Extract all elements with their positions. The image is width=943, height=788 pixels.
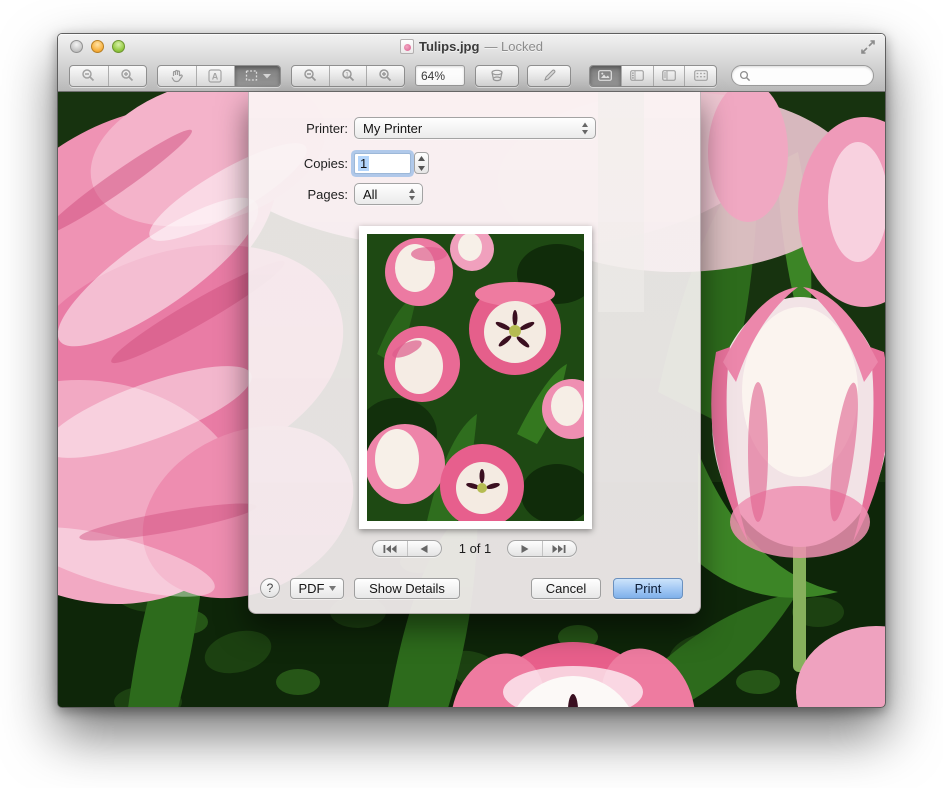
cancel-label: Cancel <box>546 581 586 596</box>
view-thumbnails-button[interactable] <box>621 66 653 86</box>
pdf-menu-button[interactable]: PDF <box>290 578 344 599</box>
popup-arrows-icon <box>408 188 416 201</box>
loupe-icon <box>489 69 505 83</box>
pages-label: Pages: <box>249 187 354 202</box>
window-chrome: Tulips.jpg — Locked <box>58 34 885 92</box>
next-page-button[interactable] <box>508 541 542 556</box>
window-title: Tulips.jpg — Locked <box>400 39 543 54</box>
markup-button[interactable] <box>527 65 571 87</box>
close-button[interactable] <box>70 40 83 53</box>
previous-page-icon <box>420 545 428 553</box>
print-button[interactable]: Print <box>613 578 683 599</box>
move-tool-button[interactable] <box>158 66 196 86</box>
page-navigation: 1 of 1 <box>249 540 700 558</box>
sidebar-list-icon <box>662 70 676 81</box>
search-field[interactable] <box>731 65 874 86</box>
text-tool-button[interactable]: A <box>196 66 235 86</box>
help-label: ? <box>267 581 274 595</box>
print-dialog: Printer: My Printer Copies: 1 <box>248 92 701 614</box>
zoom-tools-group <box>69 65 147 87</box>
copies-value: 1 <box>358 156 369 171</box>
dialog-buttons: ? PDF Show Details Cancel Print <box>249 578 700 600</box>
copies-stepper[interactable] <box>414 152 429 174</box>
zoom-window-button[interactable] <box>112 40 125 53</box>
previous-page-button[interactable] <box>407 541 442 556</box>
pager-back-group <box>372 540 442 557</box>
page-indicator: 1 of 1 <box>443 541 507 556</box>
cancel-button[interactable]: Cancel <box>531 578 601 599</box>
preview-window: Tulips.jpg — Locked <box>57 33 886 708</box>
chevron-down-icon <box>263 73 271 79</box>
document-canvas[interactable]: Printer: My Printer Copies: 1 <box>58 92 885 707</box>
last-page-button[interactable] <box>542 541 577 556</box>
zoom-out-icon <box>81 68 96 83</box>
stepper-up-icon <box>418 154 425 163</box>
pdf-label: PDF <box>299 581 325 596</box>
lock-status: — Locked <box>484 39 543 54</box>
print-preview-image <box>367 234 584 521</box>
titlebar[interactable]: Tulips.jpg — Locked <box>58 34 885 59</box>
scale-group: 1 <box>291 65 405 87</box>
document-icon <box>400 39 414 54</box>
svg-text:A: A <box>212 71 219 81</box>
pager-forward-group <box>507 540 577 557</box>
grid-icon <box>694 70 708 81</box>
enlarge-icon <box>378 68 393 83</box>
loupe-button[interactable] <box>475 65 519 87</box>
zoom-in-icon <box>120 68 135 83</box>
show-details-button[interactable]: Show Details <box>354 578 460 599</box>
text-tool-icon: A <box>208 69 222 83</box>
select-tool-button[interactable] <box>234 66 280 86</box>
document-name: Tulips.jpg <box>419 39 479 54</box>
zoom-in-button[interactable] <box>108 66 147 86</box>
zoom-out-button[interactable] <box>70 66 108 86</box>
toolbar: A <box>58 59 885 92</box>
first-page-button[interactable] <box>373 541 407 556</box>
printer-popup[interactable]: My Printer <box>354 117 596 139</box>
search-input[interactable] <box>755 69 866 83</box>
svg-text:1: 1 <box>345 72 349 79</box>
copies-label: Copies: <box>249 156 354 171</box>
view-mode-group <box>589 65 717 87</box>
printer-popup-value: My Printer <box>363 121 422 136</box>
selection-rect-icon <box>245 69 260 82</box>
print-preview-page <box>359 226 592 529</box>
actual-size-button[interactable]: 1 <box>329 66 367 86</box>
first-page-icon <box>383 545 397 553</box>
pencil-icon <box>542 68 557 83</box>
view-toc-button[interactable] <box>653 66 685 86</box>
view-contact-sheet-button[interactable] <box>684 66 716 86</box>
mode-tools-group: A <box>157 65 281 87</box>
printer-label: Printer: <box>249 121 354 136</box>
actual-size-icon: 1 <box>341 68 356 83</box>
shrink-button[interactable] <box>292 66 329 86</box>
hand-tool-icon <box>169 68 184 83</box>
pages-popup-value: All <box>363 187 377 202</box>
copies-input[interactable]: 1 <box>354 153 411 174</box>
minimize-button[interactable] <box>91 40 104 53</box>
enlarge-button[interactable] <box>366 66 404 86</box>
pdf-caret-icon <box>329 586 336 591</box>
last-page-icon <box>552 545 566 553</box>
search-icon <box>739 70 751 82</box>
stepper-down-icon <box>418 164 425 173</box>
pages-popup[interactable]: All <box>354 183 423 205</box>
sidebar-thumbnails-icon <box>630 70 644 81</box>
popup-arrows-icon <box>581 122 589 135</box>
window-controls <box>70 40 125 53</box>
shrink-icon <box>303 68 318 83</box>
zoom-level-field[interactable] <box>415 65 465 86</box>
fullscreen-icon[interactable] <box>861 40 875 54</box>
next-page-icon <box>521 545 529 553</box>
view-content-only-button[interactable] <box>590 66 621 86</box>
print-label: Print <box>635 581 662 596</box>
show-details-label: Show Details <box>369 581 445 596</box>
help-button[interactable]: ? <box>260 578 280 598</box>
single-image-icon <box>598 70 612 81</box>
